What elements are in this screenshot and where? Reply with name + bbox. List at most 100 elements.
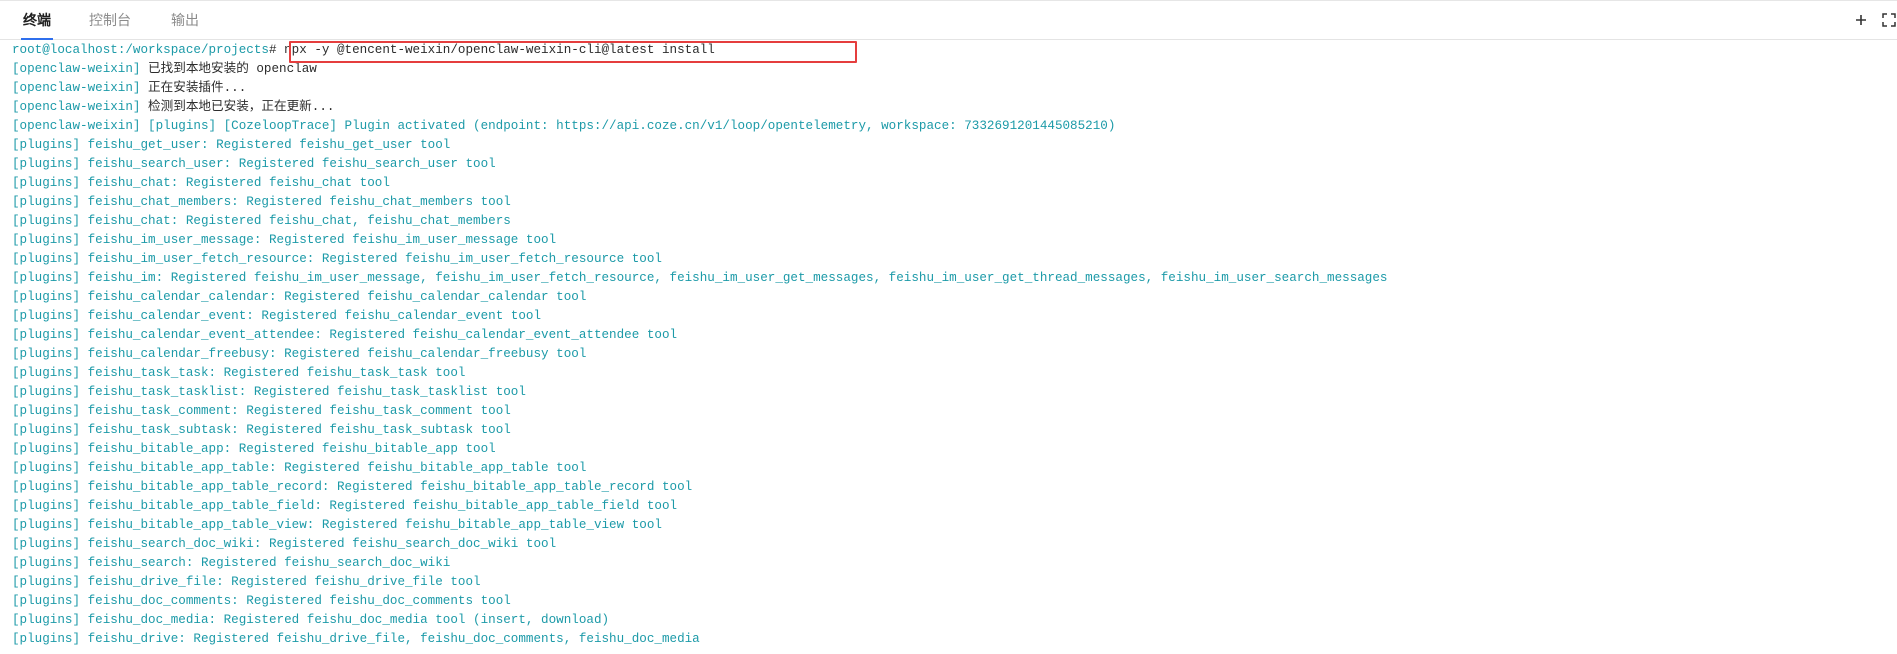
log-text: feishu_bitable_app_table_field: Register… bbox=[80, 499, 678, 513]
log-line: [plugins] feishu_im_user_message: Regist… bbox=[12, 231, 1892, 250]
log-prefix: [plugins] bbox=[12, 176, 81, 190]
log-line: [plugins] feishu_bitable_app_table_view:… bbox=[12, 516, 1892, 535]
log-prefix: [plugins] bbox=[12, 233, 81, 247]
log-text: feishu_calendar_event_attendee: Register… bbox=[80, 328, 678, 342]
log-line: [plugins] feishu_doc_comments: Registere… bbox=[12, 592, 1892, 611]
log-prefix: [plugins] bbox=[12, 423, 81, 437]
log-line: [openclaw-weixin] 检测到本地已安装，正在更新... bbox=[12, 98, 1892, 117]
log-line: [plugins] feishu_get_user: Registered fe… bbox=[12, 136, 1892, 155]
fullscreen-icon[interactable] bbox=[1880, 11, 1897, 29]
log-text: feishu_calendar_freebusy: Registered fei… bbox=[80, 347, 587, 361]
log-lines: [openclaw-weixin] 已找到本地安装的 openclaw [open… bbox=[12, 60, 1892, 649]
log-prefix: [plugins] bbox=[12, 195, 81, 209]
log-text: feishu_bitable_app_table_view: Registere… bbox=[80, 518, 662, 532]
log-prefix: [plugins] bbox=[12, 385, 81, 399]
log-line: [plugins] feishu_doc_media: Registered f… bbox=[12, 611, 1892, 630]
log-text: feishu_drive_file: Registered feishu_dri… bbox=[80, 575, 481, 589]
log-prefix: [plugins] bbox=[12, 537, 81, 551]
log-line: [plugins] feishu_calendar_event_attendee… bbox=[12, 326, 1892, 345]
log-line: [plugins] feishu_bitable_app: Registered… bbox=[12, 440, 1892, 459]
log-text: feishu_search_user: Registered feishu_se… bbox=[80, 157, 496, 171]
plus-icon[interactable] bbox=[1852, 11, 1870, 29]
log-line: [plugins] feishu_chat: Registered feishu… bbox=[12, 212, 1892, 231]
log-line: [openclaw-weixin] 正在安装插件... bbox=[12, 79, 1892, 98]
log-prefix: [plugins] bbox=[12, 347, 81, 361]
log-line: [plugins] feishu_task_subtask: Registere… bbox=[12, 421, 1892, 440]
log-text: feishu_task_task: Registered feishu_task… bbox=[80, 366, 466, 380]
log-text: feishu_task_comment: Registered feishu_t… bbox=[80, 404, 511, 418]
log-text: feishu_bitable_app_table_record: Registe… bbox=[80, 480, 693, 494]
tab-terminal[interactable]: 终端 bbox=[21, 1, 53, 40]
log-line: [plugins] feishu_task_task: Registered f… bbox=[12, 364, 1892, 383]
log-text: feishu_chat: Registered feishu_chat tool bbox=[80, 176, 390, 190]
log-text: feishu_drive: Registered feishu_drive_fi… bbox=[80, 632, 700, 646]
log-prefix: [plugins] bbox=[12, 271, 81, 285]
log-prefix: [plugins] bbox=[12, 214, 81, 228]
log-text: [plugins] [CozeloopTrace] Plugin activat… bbox=[140, 119, 1116, 133]
log-prefix: [plugins] bbox=[12, 138, 81, 152]
log-prefix: [plugins] bbox=[12, 328, 81, 342]
log-text: 检测到本地已安装，正在更新... bbox=[140, 100, 335, 114]
log-line: [plugins] feishu_bitable_app_table: Regi… bbox=[12, 459, 1892, 478]
log-text: feishu_doc_media: Registered feishu_doc_… bbox=[80, 613, 610, 627]
log-line: [plugins] feishu_task_tasklist: Register… bbox=[12, 383, 1892, 402]
log-text: feishu_task_tasklist: Registered feishu_… bbox=[80, 385, 526, 399]
log-line: [plugins] feishu_bitable_app_table_field… bbox=[12, 497, 1892, 516]
log-line: [plugins] feishu_im_user_fetch_resource:… bbox=[12, 250, 1892, 269]
log-prefix: [openclaw-weixin] bbox=[12, 119, 141, 133]
tab-output[interactable]: 输出 bbox=[171, 1, 199, 39]
log-prefix: [plugins] bbox=[12, 366, 81, 380]
log-prefix: [plugins] bbox=[12, 290, 81, 304]
log-line: [plugins] feishu_chat_members: Registere… bbox=[12, 193, 1892, 212]
log-prefix: [plugins] bbox=[12, 404, 81, 418]
log-line: [plugins] feishu_im: Registered feishu_i… bbox=[12, 269, 1892, 288]
log-prefix: [plugins] bbox=[12, 480, 81, 494]
log-line: [plugins] feishu_search_doc_wiki: Regist… bbox=[12, 535, 1892, 554]
log-text: 已找到本地安装的 openclaw bbox=[140, 62, 317, 76]
log-line: [plugins] feishu_drive_file: Registered … bbox=[12, 573, 1892, 592]
log-text: feishu_chat_members: Registered feishu_c… bbox=[80, 195, 511, 209]
log-prefix: [openclaw-weixin] bbox=[12, 62, 141, 76]
log-prefix: [plugins] bbox=[12, 499, 81, 513]
log-line: [plugins] feishu_search: Registered feis… bbox=[12, 554, 1892, 573]
log-text: feishu_calendar_event: Registered feishu… bbox=[80, 309, 542, 323]
log-text: feishu_im: Registered feishu_im_user_mes… bbox=[80, 271, 1388, 285]
log-prefix: [plugins] bbox=[12, 309, 81, 323]
log-text: feishu_bitable_app_table: Registered fei… bbox=[80, 461, 587, 475]
log-line: [plugins] feishu_calendar_calendar: Regi… bbox=[12, 288, 1892, 307]
log-line: [plugins] feishu_calendar_freebusy: Regi… bbox=[12, 345, 1892, 364]
log-line: [plugins] feishu_calendar_event: Registe… bbox=[12, 307, 1892, 326]
log-line: [plugins] feishu_search_user: Registered… bbox=[12, 155, 1892, 174]
tab-console[interactable]: 控制台 bbox=[89, 1, 131, 39]
log-line: [plugins] feishu_chat: Registered feishu… bbox=[12, 174, 1892, 193]
log-text: feishu_search: Registered feishu_search_… bbox=[80, 556, 451, 570]
terminal-output[interactable]: root@localhost:/workspace/projects# npx … bbox=[12, 41, 1892, 651]
log-line: [openclaw-weixin] [plugins] [CozeloopTra… bbox=[12, 117, 1892, 136]
log-prefix: [plugins] bbox=[12, 252, 81, 266]
log-prefix: [plugins] bbox=[12, 461, 81, 475]
log-text: feishu_im_user_message: Registered feish… bbox=[80, 233, 557, 247]
log-text: feishu_search_doc_wiki: Registered feish… bbox=[80, 537, 557, 551]
log-text: feishu_im_user_fetch_resource: Registere… bbox=[80, 252, 662, 266]
log-text: 正在安装插件... bbox=[140, 81, 247, 95]
log-line: [plugins] feishu_drive: Registered feish… bbox=[12, 630, 1892, 649]
terminal-tab-bar: 终端 控制台 输出 bbox=[0, 1, 1897, 40]
log-text: feishu_get_user: Registered feishu_get_u… bbox=[80, 138, 451, 152]
prompt-command: # npx -y @tencent-weixin/openclaw-weixin… bbox=[268, 43, 715, 57]
log-line: [openclaw-weixin] 已找到本地安装的 openclaw bbox=[12, 60, 1892, 79]
log-prefix: [plugins] bbox=[12, 518, 81, 532]
prompt-path: :/workspace/projects bbox=[117, 43, 269, 57]
prompt-line: root@localhost:/workspace/projects# npx … bbox=[12, 41, 1892, 60]
log-prefix: [openclaw-weixin] bbox=[12, 81, 141, 95]
log-prefix: [plugins] bbox=[12, 613, 81, 627]
log-text: feishu_doc_comments: Registered feishu_d… bbox=[80, 594, 511, 608]
log-line: [plugins] feishu_bitable_app_table_recor… bbox=[12, 478, 1892, 497]
log-line: [plugins] feishu_task_comment: Registere… bbox=[12, 402, 1892, 421]
log-prefix: [plugins] bbox=[12, 157, 81, 171]
log-text: feishu_calendar_calendar: Registered fei… bbox=[80, 290, 587, 304]
log-prefix: [plugins] bbox=[12, 442, 81, 456]
log-prefix: [plugins] bbox=[12, 594, 81, 608]
prompt-user-host: root@localhost bbox=[12, 43, 118, 57]
log-text: feishu_task_subtask: Registered feishu_t… bbox=[80, 423, 511, 437]
log-prefix: [openclaw-weixin] bbox=[12, 100, 141, 114]
